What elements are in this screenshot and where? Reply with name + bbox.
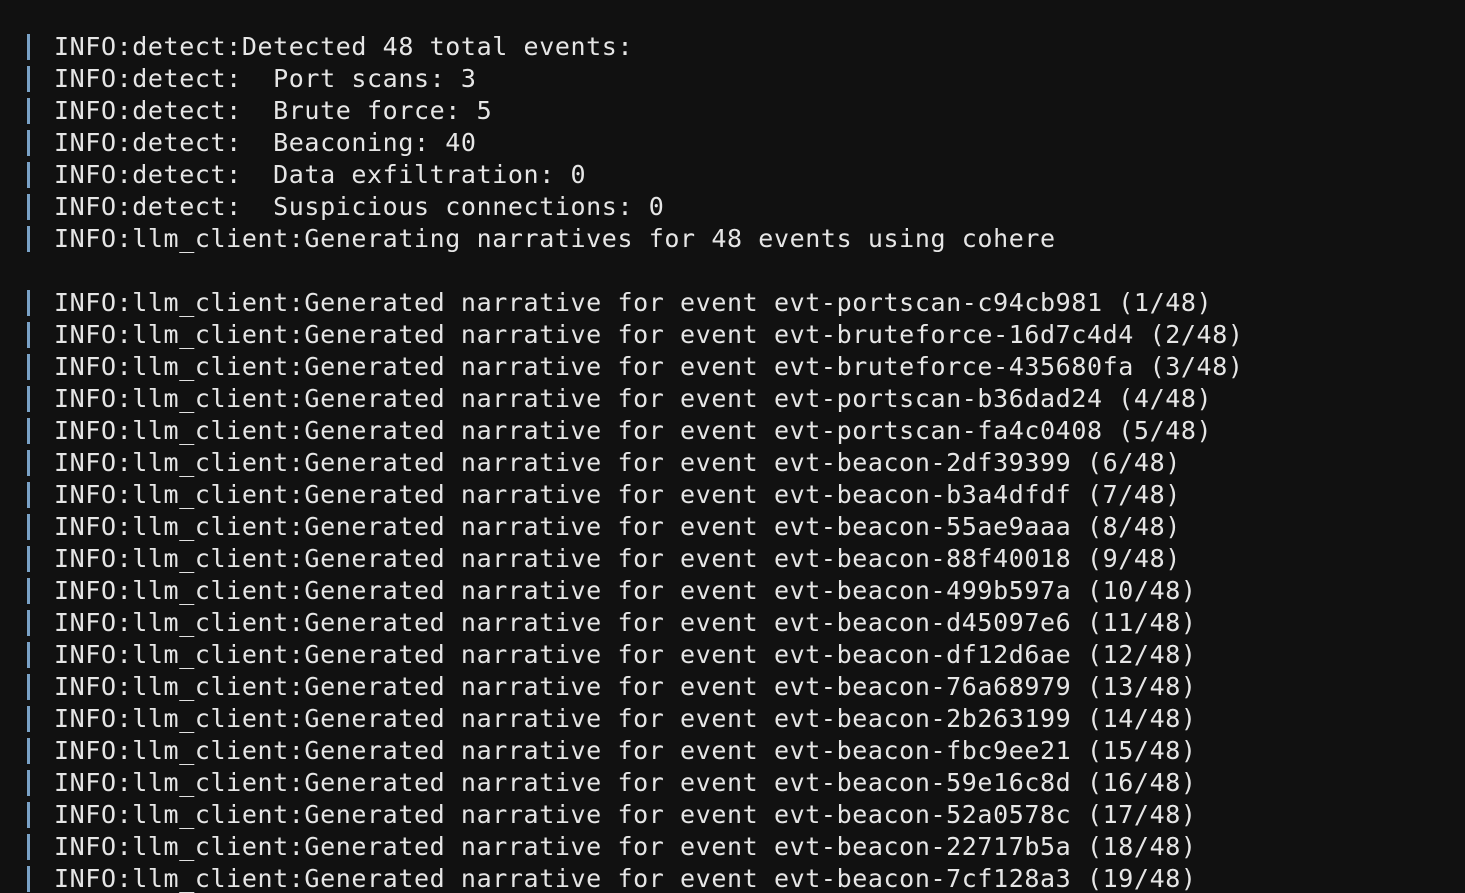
log-text: INFO:llm_client:Generated narrative for …	[54, 672, 1197, 701]
log-text: INFO:llm_client:Generated narrative for …	[54, 736, 1197, 765]
log-line: INFO:llm_client:Generated narrative for …	[0, 511, 1465, 543]
log-text: INFO:llm_client:Generated narrative for …	[54, 608, 1197, 637]
gutter-bar	[27, 322, 30, 348]
log-line: INFO:detect: Brute force: 5	[0, 95, 1465, 127]
log-text: INFO:llm_client:Generated narrative for …	[54, 480, 1181, 509]
log-text: INFO:llm_client:Generated narrative for …	[54, 576, 1197, 605]
gutter-bar	[27, 130, 30, 156]
log-text: INFO:detect: Brute force: 5	[54, 96, 493, 125]
gutter-bar	[27, 834, 30, 860]
gutter-bar	[27, 706, 30, 732]
log-text: INFO:llm_client:Generated narrative for …	[54, 768, 1197, 797]
gutter-bar	[27, 578, 30, 604]
gutter-bar	[27, 770, 30, 796]
gutter-bar	[27, 226, 30, 252]
log-line: INFO:detect: Beaconing: 40	[0, 127, 1465, 159]
log-line: INFO:llm_client:Generated narrative for …	[0, 319, 1465, 351]
gutter-bar	[27, 450, 30, 476]
gutter-bar	[27, 418, 30, 444]
log-text: INFO:llm_client:Generated narrative for …	[54, 800, 1197, 829]
log-line: INFO:llm_client:Generated narrative for …	[0, 415, 1465, 447]
log-text: INFO:llm_client:Generated narrative for …	[54, 704, 1197, 733]
log-line: INFO:llm_client:Generated narrative for …	[0, 671, 1465, 703]
gutter-bar	[27, 354, 30, 380]
log-line: INFO:llm_client:Generated narrative for …	[0, 383, 1465, 415]
log-line: INFO:llm_client:Generated narrative for …	[0, 575, 1465, 607]
log-line: INFO:llm_client:Generated narrative for …	[0, 863, 1465, 893]
gutter-bar	[27, 866, 30, 892]
log-text: INFO:llm_client:Generated narrative for …	[54, 352, 1244, 381]
log-line: INFO:detect: Suspicious connections: 0	[0, 191, 1465, 223]
log-text: INFO:llm_client:Generated narrative for …	[54, 512, 1181, 541]
log-line: INFO:detect:Detected 48 total events:	[0, 31, 1465, 63]
log-text: INFO:detect: Data exfiltration: 0	[54, 160, 587, 189]
gutter-bar	[27, 34, 30, 60]
log-text: INFO:llm_client:Generated narrative for …	[54, 384, 1213, 413]
log-line: INFO:detect: Port scans: 3	[0, 63, 1465, 95]
gutter-bar	[27, 98, 30, 124]
gutter-bar	[27, 514, 30, 540]
gutter-bar	[27, 802, 30, 828]
log-text: INFO:llm_client:Generated narrative for …	[54, 416, 1213, 445]
gutter-bar	[27, 674, 30, 700]
log-text: INFO:llm_client:Generated narrative for …	[54, 320, 1244, 349]
gutter-bar	[27, 162, 30, 188]
log-line: INFO:llm_client:Generated narrative for …	[0, 703, 1465, 735]
log-text: INFO:detect: Suspicious connections: 0	[54, 192, 665, 221]
gutter-bar	[27, 482, 30, 508]
gutter-bar	[27, 66, 30, 92]
log-line: INFO:llm_client:Generated narrative for …	[0, 799, 1465, 831]
log-line: INFO:llm_client:Generated narrative for …	[0, 735, 1465, 767]
gutter-bar	[27, 290, 30, 316]
log-line: INFO:llm_client:Generated narrative for …	[0, 831, 1465, 863]
log-line: INFO:llm_client:Generated narrative for …	[0, 447, 1465, 479]
log-line: INFO:detect: Data exfiltration: 0	[0, 159, 1465, 191]
gutter-bar	[27, 194, 30, 220]
log-line: INFO:llm_client:Generated narrative for …	[0, 351, 1465, 383]
log-output: INFO:detect:Detected 48 total events: INF…	[0, 31, 1465, 893]
log-line: INFO:llm_client:Generated narrative for …	[0, 543, 1465, 575]
gutter-bar	[27, 610, 30, 636]
log-line: INFO:llm_client:Generated narrative for …	[0, 287, 1465, 319]
log-text: INFO:llm_client:Generated narrative for …	[54, 832, 1197, 861]
log-text: INFO:detect:Detected 48 total events:	[54, 32, 634, 61]
gutter-bar	[27, 546, 30, 572]
gutter-bar	[27, 386, 30, 412]
log-text: INFO:llm_client:Generated narrative for …	[54, 864, 1197, 893]
log-text: INFO:llm_client:Generated narrative for …	[54, 448, 1181, 477]
log-line: INFO:llm_client:Generated narrative for …	[0, 639, 1465, 671]
log-text: INFO:llm_client:Generated narrative for …	[54, 288, 1213, 317]
log-line: INFO:llm_client:Generating narratives fo…	[0, 223, 1465, 255]
log-line: INFO:llm_client:Generated narrative for …	[0, 767, 1465, 799]
log-text: INFO:detect: Port scans: 3	[54, 64, 477, 93]
gutter-bar	[27, 738, 30, 764]
log-line: INFO:llm_client:Generated narrative for …	[0, 607, 1465, 639]
gutter-bar	[27, 642, 30, 668]
log-line: INFO:llm_client:Generated narrative for …	[0, 479, 1465, 511]
log-text: INFO:llm_client:Generated narrative for …	[54, 640, 1197, 669]
log-text: INFO:detect: Beaconing: 40	[54, 128, 477, 157]
log-text: INFO:llm_client:Generated narrative for …	[54, 544, 1181, 573]
log-text: INFO:llm_client:Generating narratives fo…	[54, 224, 1056, 253]
terminal-window[interactable]: INFO:detect:Detected 48 total events: INF…	[0, 0, 1465, 893]
